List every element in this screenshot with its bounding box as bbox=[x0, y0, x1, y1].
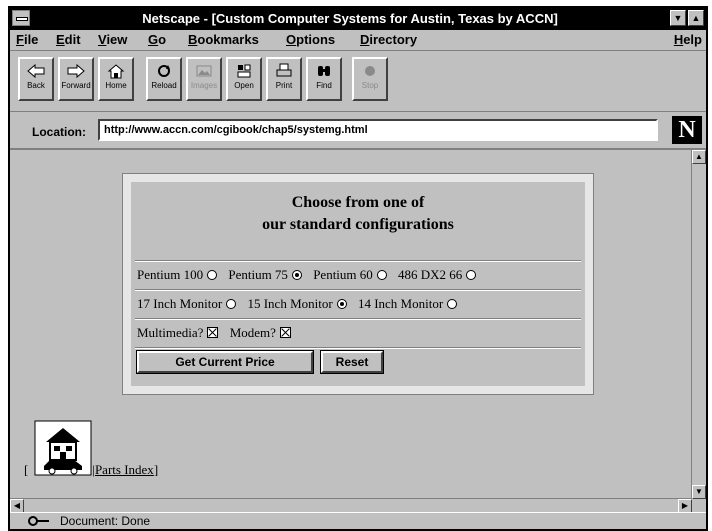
menu-edit[interactable]: Edit bbox=[56, 32, 81, 47]
location-bar: Location: http://www.accn.com/cgibook/ch… bbox=[10, 112, 706, 150]
radio-icon[interactable] bbox=[466, 270, 477, 280]
print-button[interactable]: Print bbox=[266, 57, 302, 101]
netscape-logo[interactable]: N bbox=[672, 116, 702, 144]
find-button[interactable]: Find bbox=[306, 57, 342, 101]
maximize-button[interactable]: ▲ bbox=[688, 10, 704, 26]
radio-icon[interactable] bbox=[226, 299, 237, 309]
security-key-icon bbox=[28, 516, 49, 526]
images-icon bbox=[196, 65, 212, 77]
print-icon bbox=[276, 63, 292, 77]
radio-icon[interactable] bbox=[447, 299, 458, 309]
form-heading-line1: Choose from one of bbox=[291, 194, 425, 211]
menu-file[interactable]: File bbox=[16, 32, 38, 47]
menu-directory[interactable]: Directory bbox=[360, 32, 417, 47]
browser-window: Netscape - [Custom Computer Systems for … bbox=[8, 6, 708, 531]
menu-view[interactable]: View bbox=[98, 32, 127, 47]
back-label: Back bbox=[27, 81, 45, 90]
stop-button[interactable]: Stop bbox=[352, 57, 388, 101]
cpu-option[interactable]: Pentium 60 bbox=[313, 267, 391, 283]
location-label: Location: bbox=[32, 125, 86, 139]
reset-button[interactable]: Reset bbox=[320, 350, 384, 374]
menu-help[interactable]: Help bbox=[674, 32, 702, 47]
toolbar: Back Forward Home Reload Images Open Pri… bbox=[10, 51, 706, 112]
buttons-row: Get Current Price Reset bbox=[135, 347, 581, 376]
checkbox-checked-icon[interactable] bbox=[207, 327, 219, 338]
radio-selected-icon[interactable] bbox=[336, 299, 347, 309]
back-button[interactable]: Back bbox=[18, 57, 54, 101]
menu-go[interactable]: Go bbox=[148, 32, 166, 47]
monitor-row: 17 Inch Monitor 15 Inch Monitor 14 Inch … bbox=[135, 289, 581, 318]
home-button[interactable]: Home bbox=[98, 57, 134, 101]
reload-button[interactable]: Reload bbox=[146, 57, 182, 101]
find-icon bbox=[318, 66, 330, 76]
checkbox-checked-icon[interactable] bbox=[279, 327, 291, 338]
open-label: Open bbox=[234, 81, 254, 90]
cpu-option[interactable]: Pentium 75 bbox=[228, 267, 306, 283]
page-content: Choose from one of our standard configur… bbox=[10, 150, 692, 499]
status-text: Document: Done bbox=[60, 514, 151, 528]
reload-icon bbox=[158, 65, 170, 77]
menu-bookmarks[interactable]: Bookmarks bbox=[188, 32, 259, 47]
scroll-down-icon[interactable]: ▼ bbox=[692, 485, 706, 499]
radio-icon[interactable] bbox=[207, 270, 218, 280]
parts-index-link[interactable]: Parts Index bbox=[95, 462, 154, 477]
location-input[interactable]: http://www.accn.com/cgibook/chap5/system… bbox=[98, 119, 658, 141]
stop-icon bbox=[365, 66, 375, 76]
status-bar: Document: Done bbox=[10, 512, 706, 529]
back-arrow-icon bbox=[27, 63, 45, 79]
cpu-row: Pentium 100 Pentium 75 Pentium 60 486 DX… bbox=[135, 260, 581, 289]
open-icon bbox=[237, 64, 251, 78]
extras-row: Multimedia? Modem? bbox=[135, 318, 581, 347]
horizontal-scrollbar[interactable]: ◀ ▶ bbox=[10, 498, 692, 513]
find-label: Find bbox=[316, 81, 332, 90]
home-label: Home bbox=[105, 81, 127, 90]
radio-icon[interactable] bbox=[376, 270, 387, 280]
multimedia-option[interactable]: Multimedia? bbox=[137, 325, 222, 341]
window-title: Netscape - [Custom Computer Systems for … bbox=[142, 11, 558, 26]
vertical-scrollbar[interactable]: ▲ ▼ bbox=[691, 150, 706, 499]
get-current-price-button[interactable]: Get Current Price bbox=[136, 350, 314, 374]
menu-options[interactable]: Options bbox=[286, 32, 335, 47]
cpu-option[interactable]: 486 DX2 66 bbox=[398, 267, 480, 283]
monitor-option[interactable]: 17 Inch Monitor bbox=[137, 296, 240, 312]
home-icon bbox=[107, 64, 125, 79]
images-label: Images bbox=[190, 81, 218, 90]
forward-label: Forward bbox=[61, 81, 91, 90]
title-bar: Netscape - [Custom Computer Systems for … bbox=[10, 8, 706, 30]
print-label: Print bbox=[275, 81, 293, 90]
open-button[interactable]: Open bbox=[226, 57, 262, 101]
cpu-option[interactable]: Pentium 100 bbox=[137, 267, 221, 283]
scroll-right-icon[interactable]: ▶ bbox=[678, 499, 692, 513]
menu-bar: File Edit View Go Bookmarks Options Dire… bbox=[10, 30, 706, 51]
images-button[interactable]: Images bbox=[186, 57, 222, 101]
form-heading: Choose from one of our standard configur… bbox=[131, 192, 585, 236]
stop-label: Stop bbox=[361, 81, 379, 90]
scroll-up-icon[interactable]: ▲ bbox=[692, 150, 706, 164]
system-menu-button[interactable] bbox=[12, 10, 30, 26]
scroll-left-icon[interactable]: ◀ bbox=[10, 499, 24, 513]
configuration-form: Choose from one of our standard configur… bbox=[122, 173, 594, 395]
monitor-option[interactable]: 14 Inch Monitor bbox=[358, 296, 461, 312]
monitor-option[interactable]: 15 Inch Monitor bbox=[247, 296, 350, 312]
radio-selected-icon[interactable] bbox=[291, 270, 302, 280]
reload-label: Reload bbox=[151, 81, 177, 90]
form-heading-line2: our standard configurations bbox=[262, 216, 454, 233]
forward-button[interactable]: Forward bbox=[58, 57, 94, 101]
modem-option[interactable]: Modem? bbox=[230, 325, 295, 341]
minimize-button[interactable]: ▼ bbox=[670, 10, 686, 26]
forward-arrow-icon bbox=[67, 63, 85, 79]
parts-index-link-row: [|Parts Index] bbox=[24, 462, 159, 477]
